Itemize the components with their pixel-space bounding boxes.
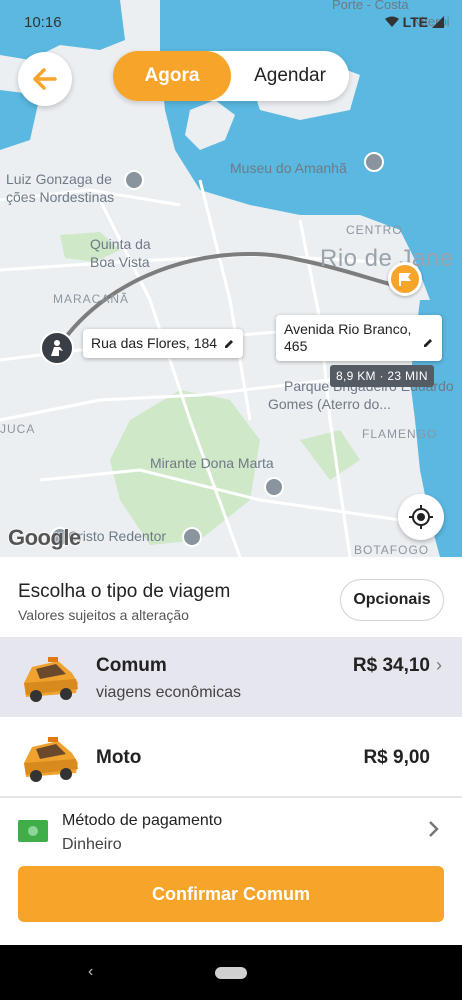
camera-poi-icon bbox=[124, 170, 144, 190]
map-label-flamengo: FLAMENGO bbox=[362, 427, 438, 441]
my-location-button[interactable] bbox=[398, 494, 444, 540]
map-label-rio: Rio de Jane bbox=[320, 245, 454, 272]
chevron-right-icon: › bbox=[436, 655, 442, 675]
nav-back-icon[interactable]: ‹ bbox=[88, 963, 93, 981]
panel-subtitle: Valores sujeitos a alteração bbox=[18, 607, 189, 623]
map-label-botafogo: BOTAFOGO bbox=[354, 543, 430, 557]
system-nav-bar: ‹ bbox=[0, 945, 462, 1000]
back-button[interactable] bbox=[18, 52, 72, 106]
ride-option-moto[interactable]: Moto R$ 9,00 bbox=[0, 717, 462, 797]
camera-poi-icon bbox=[264, 477, 284, 497]
network-type: LTE bbox=[402, 14, 428, 30]
tab-agendar[interactable]: Agendar bbox=[231, 51, 349, 101]
status-time: 10:16 bbox=[24, 14, 62, 31]
person-icon bbox=[51, 340, 63, 356]
nav-home-pill[interactable] bbox=[215, 967, 247, 979]
flag-icon bbox=[399, 273, 411, 286]
map-label-parque-2: Gomes (Aterro do... bbox=[268, 396, 391, 412]
map-label-museu: Museu do Amanhã bbox=[230, 160, 347, 176]
destination-pin[interactable] bbox=[388, 262, 422, 296]
origin-address-label[interactable]: Rua das Flores, 184 bbox=[83, 329, 244, 358]
chevron-right-icon bbox=[429, 821, 439, 837]
origin-pin[interactable] bbox=[40, 331, 74, 365]
pencil-icon bbox=[225, 340, 234, 348]
camera-poi-icon bbox=[182, 527, 202, 547]
car-icon bbox=[24, 657, 78, 702]
panel-title: Escolha o tipo de viagem bbox=[18, 581, 231, 602]
route-eta-badge: 8,9 KM · 23 MIN bbox=[330, 365, 434, 387]
destination-address-line2: 465 bbox=[284, 338, 308, 354]
museum-poi-icon bbox=[364, 152, 384, 172]
status-bar: 10:16 LTE bbox=[0, 0, 462, 44]
payment-label: Método de pagamento bbox=[62, 812, 223, 829]
map-label-maracana: MARACANÃ bbox=[53, 292, 130, 306]
pencil-icon bbox=[424, 339, 432, 347]
google-logo: Google bbox=[8, 525, 81, 550]
origin-address-text: Rua das Flores, 184 bbox=[91, 335, 218, 351]
ride-price: R$ 34,10 bbox=[352, 655, 430, 676]
ride-panel: Escolha o tipo de viagem Valores sujeito… bbox=[0, 557, 462, 945]
crosshair-icon bbox=[409, 505, 433, 529]
map-label-gonzaga-2: ções Nordestinas bbox=[6, 189, 115, 205]
wifi-icon bbox=[384, 16, 399, 27]
map-label-cristo: Cristo Redentor bbox=[68, 528, 167, 544]
panel-header: Escolha o tipo de viagem Valores sujeito… bbox=[0, 557, 462, 637]
map-label-quinta-1: Quinta da bbox=[90, 236, 151, 252]
status-network: LTE bbox=[384, 14, 444, 30]
map-label-gonzaga-1: Luiz Gonzaga de bbox=[6, 171, 112, 187]
cash-symbol-icon bbox=[28, 826, 38, 836]
destination-address-line1: Avenida Rio Branco, bbox=[284, 321, 412, 337]
ride-name: Moto bbox=[96, 747, 142, 768]
signal-icon bbox=[432, 16, 444, 28]
map-label-quinta-2: Boa Vista bbox=[90, 254, 150, 270]
tab-agora[interactable]: Agora bbox=[113, 51, 231, 101]
ride-price: R$ 9,00 bbox=[363, 747, 430, 768]
ride-option-comum[interactable]: Comum viagens econômicas R$ 34,10 › bbox=[0, 637, 462, 717]
cash-icon bbox=[18, 820, 48, 842]
ride-description: viagens econômicas bbox=[96, 684, 241, 701]
time-toggle: Agora Agendar bbox=[113, 51, 349, 101]
payment-method-row[interactable]: Método de pagamento Dinheiro bbox=[0, 797, 462, 861]
map-label-mirante: Mirante Dona Marta bbox=[150, 455, 274, 471]
optionals-button[interactable]: Opcionais bbox=[340, 579, 444, 621]
confirm-button[interactable]: Confirmar Comum bbox=[18, 866, 444, 922]
payment-value: Dinheiro bbox=[62, 836, 122, 853]
map-label-tijuca: JUCA bbox=[0, 422, 36, 436]
ride-name: Comum bbox=[96, 655, 167, 676]
map-label-centro: CENTRO bbox=[346, 223, 403, 237]
destination-address-label[interactable]: Avenida Rio Branco, 465 bbox=[276, 315, 442, 361]
car-icon bbox=[24, 737, 78, 782]
arrow-left-icon bbox=[33, 68, 57, 90]
